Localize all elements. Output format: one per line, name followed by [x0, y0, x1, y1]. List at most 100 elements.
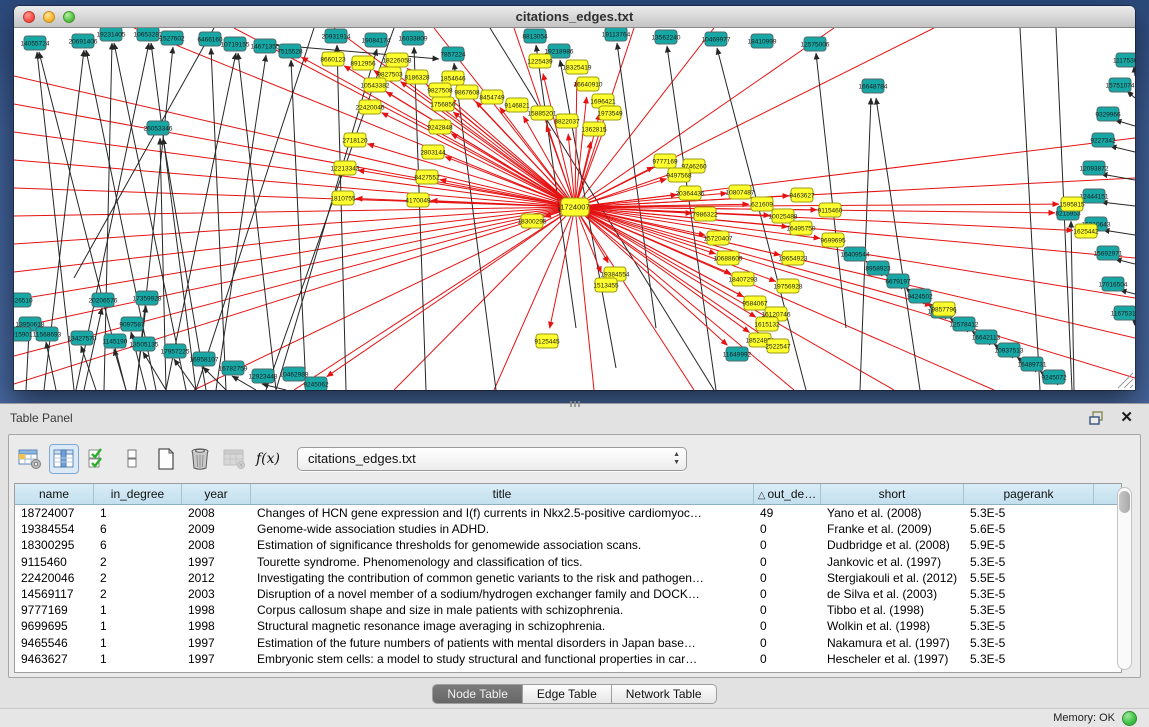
column-header-title[interactable]: title [251, 484, 754, 504]
table-row[interactable]: 969969511998Structural magnetic resonanc… [15, 618, 1121, 634]
table-row[interactable]: 1830029562008Estimation of significance … [15, 537, 1121, 553]
graph-node[interactable]: 18410999 [748, 34, 777, 48]
graph-node[interactable]: 1595815 [1059, 197, 1085, 211]
graph-node[interactable]: 8822037 [554, 114, 580, 128]
graph-node[interactable]: 4170049 [405, 193, 431, 207]
graph-node[interactable]: 1225439 [527, 54, 553, 68]
table-row[interactable]: 946362711997Embryonic stem cells: a mode… [15, 651, 1121, 667]
node-table[interactable]: namein_degreeyeartitle△out_de…shortpager… [14, 483, 1122, 673]
graph-node[interactable]: 9584067 [742, 296, 768, 310]
delete-table-icon[interactable] [185, 444, 215, 474]
graph-node[interactable]: 9125445 [534, 334, 560, 348]
graph-node[interactable]: 18226058 [383, 53, 412, 67]
graph-node[interactable]: 11568693 [33, 327, 62, 341]
graph-node[interactable]: 8186328 [404, 70, 430, 84]
column-header-out_de[interactable]: △out_de… [754, 484, 821, 504]
tab-node-table[interactable]: Node Table [432, 684, 523, 704]
graph-node[interactable]: 6679197 [885, 274, 911, 288]
graph-node[interactable]: 9329966 [1095, 107, 1121, 121]
graph-node[interactable]: 14055724 [21, 36, 50, 50]
close-window-icon[interactable] [23, 11, 35, 23]
graph-node[interactable]: 9857796 [931, 302, 957, 316]
close-panel-icon[interactable]: ✕ [1120, 408, 1133, 426]
graph-node[interactable]: 8660123 [320, 52, 346, 66]
table-row[interactable]: 2242004622012Investigating the contribut… [15, 570, 1121, 586]
graph-node[interactable]: 20691406 [69, 34, 98, 48]
graph-node[interactable]: 16642113 [972, 330, 1001, 344]
graph-node[interactable]: 19084174 [362, 33, 391, 47]
graph-node[interactable]: 22420046 [356, 100, 385, 114]
column-header-name[interactable]: name [15, 484, 94, 504]
graph-node[interactable]: 10462989 [280, 367, 309, 381]
table-row[interactable]: 1938455462009Genome-wide association stu… [15, 521, 1121, 537]
graph-node[interactable]: 19113764 [602, 28, 631, 41]
graph-node[interactable]: 8912956 [350, 56, 376, 70]
table-scrollbar[interactable] [1117, 487, 1132, 670]
tab-network-table[interactable]: Network Table [612, 684, 717, 704]
graph-node[interactable]: 16409544 [841, 247, 870, 261]
graph-node[interactable]: 26053346 [144, 121, 173, 135]
graph-node[interactable]: 2803144 [420, 145, 446, 159]
graph-node[interactable]: 9699695 [820, 233, 846, 247]
graph-node[interactable]: 16033809 [399, 31, 428, 45]
column-header-in_degree[interactable]: in_degree [94, 484, 182, 504]
graph-node[interactable]: 20931914 [322, 29, 351, 43]
new-table-icon[interactable] [151, 444, 181, 474]
graph-node[interactable]: 1973549 [597, 106, 623, 120]
graph-node[interactable]: 9463627 [789, 188, 815, 202]
graph-node[interactable]: 12923448 [249, 369, 278, 383]
graph-node[interactable]: 1513455 [593, 278, 619, 292]
graph-node[interactable]: 18300295 [518, 214, 547, 228]
graph-node[interactable]: 12578412 [950, 317, 979, 331]
graph-node[interactable]: 11649992 [723, 347, 752, 361]
graph-node[interactable]: 12093872 [1080, 161, 1109, 175]
graph-node[interactable]: 19654923 [779, 251, 808, 265]
graph-node[interactable]: 1362815 [581, 122, 607, 136]
graph-node[interactable]: 2718120 [342, 133, 368, 147]
show-columns-icon[interactable] [49, 444, 79, 474]
graph-node[interactable]: 9146821 [504, 98, 530, 112]
graph-node[interactable]: 19231405 [97, 28, 126, 41]
graph-node[interactable]: 17957225 [161, 344, 190, 358]
graph-node[interactable]: 17016504 [1099, 277, 1128, 291]
graph-node[interactable]: 18407293 [729, 272, 758, 286]
graph-node[interactable]: 621609 [751, 197, 773, 211]
column-header-pagerank[interactable]: pagerank [964, 484, 1094, 504]
graph-node[interactable]: 11175305 [1113, 53, 1135, 67]
clear-selection-icon[interactable] [117, 444, 147, 474]
graph-node[interactable]: 1527602 [159, 31, 185, 45]
graph-node[interactable]: 17359928 [133, 291, 162, 305]
zoom-window-icon[interactable] [63, 11, 75, 23]
graph-node[interactable]: 10688609 [714, 251, 743, 265]
table-selector-dropdown[interactable]: citations_edges.txt ▲▼ [297, 447, 687, 471]
graph-node[interactable]: 7515528 [277, 44, 303, 58]
graph-node[interactable]: 9115460 [818, 203, 843, 217]
graph-node[interactable]: 16648784 [859, 79, 888, 93]
function-builder-icon[interactable]: f(x) [253, 444, 283, 474]
graph-node[interactable]: 16495750 [787, 221, 816, 235]
graph-node[interactable]: 1145190 [103, 334, 128, 348]
table-settings-icon[interactable] [15, 444, 45, 474]
graph-node[interactable]: 9242848 [427, 120, 453, 134]
network-view-canvas[interactable]: 14055724 20691406 19231405 10653287 1527… [14, 28, 1135, 390]
graph-node[interactable]: 15751074 [1106, 78, 1135, 92]
graph-node[interactable]: 10719155 [221, 37, 250, 51]
graph-node[interactable]: 1615132 [754, 317, 780, 331]
graph-node[interactable]: 14671355 [251, 39, 280, 53]
graph-node[interactable]: 8427552 [414, 170, 440, 184]
graph-node[interactable]: 10543382 [361, 78, 390, 92]
float-panel-icon[interactable] [1089, 411, 1105, 425]
graph-node[interactable]: 9245072 [1041, 370, 1067, 384]
graph-node[interactable]: 9827508 [427, 83, 453, 97]
graph-node[interactable]: 9497568 [666, 168, 692, 182]
tab-edge-table[interactable]: Edge Table [523, 684, 612, 704]
graph-node[interactable]: 8958923 [865, 261, 891, 275]
table-scrollbar-thumb[interactable] [1119, 491, 1130, 513]
graph-node[interactable]: 20206576 [89, 293, 118, 307]
graph-node[interactable]: 13427570 [68, 331, 97, 345]
table-row[interactable]: 1456911722003Disruption of a novel membe… [15, 586, 1121, 602]
graph-node[interactable]: 13562240 [652, 30, 681, 44]
graph-hub-node[interactable]: 1724007 [560, 198, 589, 216]
graph-node[interactable]: 9777169 [652, 154, 678, 168]
table-row[interactable]: 946554611997Estimation of the future num… [15, 635, 1121, 651]
